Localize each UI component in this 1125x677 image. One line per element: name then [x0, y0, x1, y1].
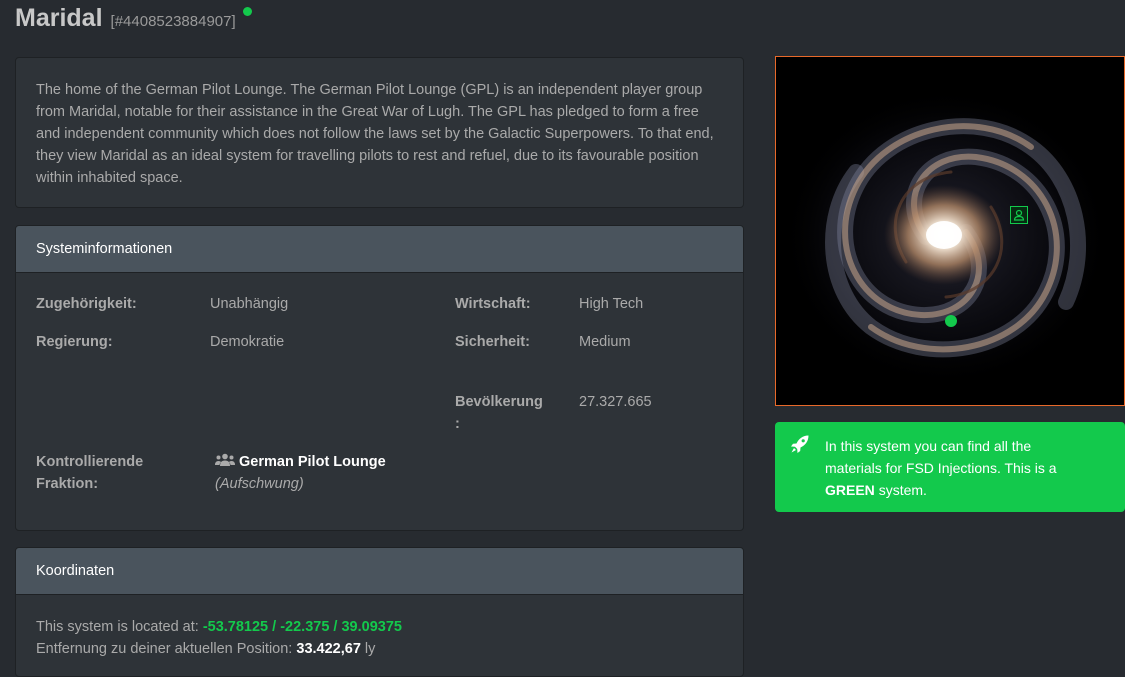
faction-value: German Pilot Lounge (Aufschwung) [215, 451, 386, 495]
alert-suffix: system. [878, 482, 927, 498]
galaxy-map[interactable] [775, 56, 1125, 406]
government-label: Regierung: [36, 334, 113, 350]
population-value: 27.327.665 [579, 394, 652, 410]
station-icon[interactable] [1010, 206, 1028, 224]
security-label: Sicherheit: [455, 334, 530, 350]
distance-prefix: Entfernung zu deiner aktuellen Position: [36, 641, 293, 657]
description-text: The home of the German Pilot Lounge. The… [36, 82, 714, 186]
location-value: -53.78125 / -22.375 / 39.09375 [202, 619, 402, 635]
rocket-icon [791, 435, 809, 453]
allegiance-value: Unabhängig [210, 296, 289, 312]
distance-unit: ly [364, 641, 376, 657]
population-label-line2: : [455, 416, 460, 432]
population-label-line1: Bevölkerung [455, 394, 543, 410]
location-prefix: This system is located at: [36, 619, 199, 635]
alert-line1: In this system you can find all the [825, 438, 1032, 454]
population-label: Bevölkerung: [455, 391, 543, 435]
status-dot-icon [242, 7, 252, 16]
allegiance-label: Zugehörigkeit: [36, 296, 137, 312]
security-value: Medium [579, 334, 631, 350]
system-id: [#4408523884907] [110, 13, 236, 30]
faction-label: Kontrollierende Fraktion: [36, 451, 143, 495]
alert-line2: materials for FSD Injections. This is a [825, 460, 1057, 476]
green-system-alert: In this system you can find all the mate… [775, 422, 1125, 512]
users-icon [215, 453, 235, 466]
galaxy-image [776, 57, 1124, 405]
alert-highlight: GREEN [825, 482, 875, 498]
government-value: Demokratie [210, 334, 285, 350]
coordinates-header: Koordinaten [16, 548, 743, 595]
faction-label-line2: Fraktion: [36, 476, 99, 492]
system-title: Maridal [#4408523884907] [15, 2, 252, 34]
system-info-header: Systeminformationen [16, 226, 743, 273]
distance-line: Entfernung zu deiner aktuellen Position:… [36, 638, 375, 660]
distance-value: 33.422,67 [296, 641, 361, 657]
economy-value: High Tech [579, 296, 644, 312]
faction-label-line1: Kontrollierende [36, 454, 144, 470]
system-name: Maridal [15, 4, 103, 32]
system-info-card: Systeminformationen Zugehörigkeit: Unabh… [15, 225, 744, 531]
faction-name-link[interactable]: German Pilot Lounge [239, 454, 386, 470]
faction-state: (Aufschwung) [215, 476, 304, 492]
description-card: The home of the German Pilot Lounge. The… [15, 57, 744, 208]
location-line: This system is located at: -53.78125 / -… [36, 616, 402, 638]
system-marker-dot[interactable] [945, 315, 957, 327]
economy-label: Wirtschaft: [455, 296, 531, 312]
coordinates-card: Koordinaten This system is located at: -… [15, 547, 744, 677]
